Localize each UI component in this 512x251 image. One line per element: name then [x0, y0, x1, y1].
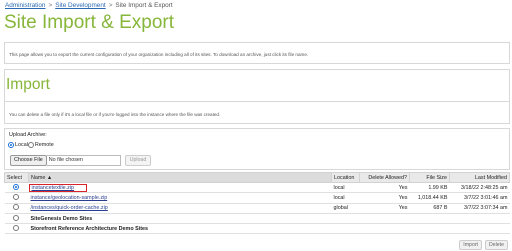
- file-name-link[interactable]: instance/geolocation-sample.zip: [31, 195, 108, 201]
- last-modified-column-header[interactable]: Last Modified: [449, 172, 510, 183]
- group-name: SiteGenesis Demo Sites: [28, 213, 510, 225]
- breadcrumb-current: Site Import & Export: [115, 2, 173, 9]
- group-row: Storefront Reference Architecture Demo S…: [4, 223, 510, 235]
- file-size-column-header[interactable]: File Size: [409, 172, 450, 183]
- group-row: SiteGenesis Demo Sites: [4, 213, 510, 225]
- delete-allowed-cell: Yes: [359, 182, 410, 194]
- name-column-header[interactable]: Name ▲: [28, 172, 332, 183]
- file-name-link[interactable]: /instances/quick-order-cache.zip: [31, 205, 108, 211]
- file-size-cell: 687 B: [409, 203, 450, 214]
- location-cell: global: [331, 203, 360, 214]
- file-size-cell: 1,018.44 KB: [409, 192, 450, 204]
- row-select-radio[interactable]: [13, 183, 19, 190]
- location-cell: local: [331, 192, 360, 204]
- breadcrumb-separator: >: [48, 2, 53, 9]
- breadcrumb-separator: >: [108, 2, 113, 9]
- breadcrumb-administration-link[interactable]: Administration: [5, 2, 46, 9]
- select-column-header: Select: [4, 172, 29, 183]
- breadcrumb-site-development-link[interactable]: Site Development: [55, 2, 105, 9]
- delete-allowed-column-header[interactable]: Delete Allowed?: [359, 172, 410, 183]
- last-modified-cell: 3/18/22 2:48:25 am: [449, 182, 510, 194]
- table-row: /instances/quick-order-cache.zip global …: [4, 203, 510, 214]
- group-name: Storefront Reference Architecture Demo S…: [28, 223, 510, 235]
- location-cell: local: [331, 182, 360, 194]
- row-select-radio[interactable]: [13, 204, 19, 211]
- breadcrumb: Administration > Site Development > Site Imp…: [5, 2, 173, 9]
- delete-button[interactable]: Delete: [485, 240, 508, 250]
- last-modified-cell: 3/7/22 3:01:46 am: [449, 192, 510, 204]
- import-divider: [5, 101, 509, 102]
- delete-allowed-cell: Yes: [359, 203, 410, 214]
- highlight-box: instancetextile.zip: [28, 183, 88, 192]
- radio-remote-label: Remote: [34, 142, 54, 148]
- file-size-cell: 1.99 KB: [409, 182, 450, 194]
- row-select-radio[interactable]: [13, 224, 19, 231]
- archive-table: Select Name ▲ Location Delete Allowed? F…: [4, 172, 510, 235]
- radio-local[interactable]: [8, 142, 14, 148]
- import-panel: Import You can delete a file only if it'…: [4, 69, 510, 124]
- upload-button[interactable]: Upload: [124, 155, 152, 166]
- radio-local-label: Local: [15, 142, 28, 148]
- location-column-header[interactable]: Location: [331, 172, 360, 183]
- table-row: instancetextile.zip local Yes 1.99 KB 3/…: [4, 182, 510, 194]
- table-actions: Import Delete: [459, 240, 508, 250]
- table-header-row: Select Name ▲ Location Delete Allowed? F…: [4, 172, 510, 183]
- file-picker: Choose File No file chosen Upload: [10, 155, 152, 166]
- last-modified-cell: 3/7/22 3:07:34 am: [449, 203, 510, 214]
- radio-remote[interactable]: [27, 142, 34, 148]
- page-title: Site Import & Export: [4, 12, 175, 33]
- delete-allowed-cell: Yes: [359, 192, 410, 204]
- row-select-radio[interactable]: [13, 193, 19, 200]
- import-description: You can delete a file only if it's a loc…: [9, 112, 221, 117]
- chosen-file-name: No file chosen: [46, 155, 121, 166]
- upload-archive-label: Upload Archive:: [9, 132, 47, 138]
- row-select-radio[interactable]: [13, 214, 19, 221]
- choose-file-button[interactable]: Choose File: [10, 155, 47, 166]
- table-row: instance/geolocation-sample.zip local Ye…: [4, 192, 510, 204]
- intro-panel: This page allows you to export the curre…: [4, 42, 510, 64]
- upload-panel: Upload Archive: Local Remote Choose File…: [4, 128, 510, 170]
- import-title: Import: [6, 76, 50, 93]
- import-button[interactable]: Import: [459, 240, 482, 250]
- file-name-link[interactable]: instancetextile.zip: [32, 185, 75, 191]
- upload-location-radios: Local Remote: [8, 142, 54, 148]
- intro-text: This page allows you to export the curre…: [9, 52, 309, 57]
